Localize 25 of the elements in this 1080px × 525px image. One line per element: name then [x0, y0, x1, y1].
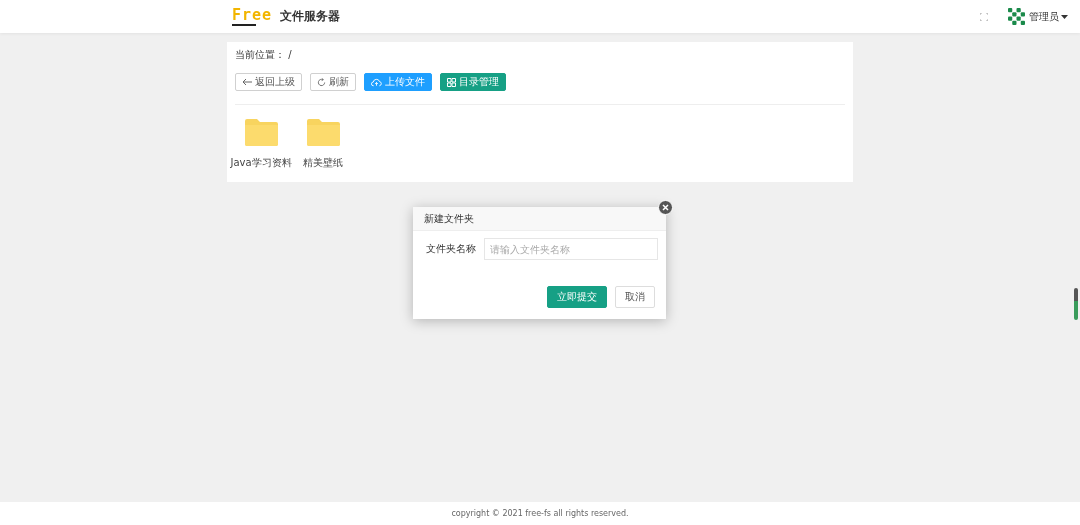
cancel-button[interactable]: 取消 — [615, 286, 655, 308]
avatar-icon[interactable] — [1008, 8, 1025, 25]
scroll-indicator — [1074, 288, 1078, 320]
field-label: 文件夹名称 — [425, 242, 477, 256]
back-button[interactable]: 返回上级 — [235, 73, 302, 91]
cloud-upload-icon — [371, 77, 382, 87]
folder-name[interactable]: 精美壁纸 — [303, 156, 343, 170]
dialog-title: 新建文件夹 — [424, 211, 474, 226]
copyright-text: copyright © 2021 free-fs all rights reserved. — [451, 509, 629, 518]
caret-icon — [1061, 14, 1068, 19]
folder-name[interactable]: Java学习资料 — [230, 156, 292, 170]
folder-name-field[interactable]: 请输入文件夹名称 — [484, 238, 658, 260]
refresh-button[interactable]: 刷新 — [310, 73, 356, 91]
user-menu[interactable]: 管理员 — [1029, 9, 1068, 24]
app-title: 文件服务器 — [280, 8, 341, 25]
close-button[interactable] — [658, 200, 673, 215]
arrow-left-icon — [242, 78, 252, 86]
grid-icon — [447, 77, 456, 87]
logo: Free — [232, 7, 273, 26]
folder-icon[interactable] — [306, 119, 340, 146]
close-icon — [662, 204, 669, 211]
fullscreen-icon[interactable] — [980, 12, 988, 21]
folder-icon[interactable] — [244, 119, 278, 146]
breadcrumb: 当前位置： / — [235, 48, 293, 62]
refresh-icon — [317, 77, 326, 87]
